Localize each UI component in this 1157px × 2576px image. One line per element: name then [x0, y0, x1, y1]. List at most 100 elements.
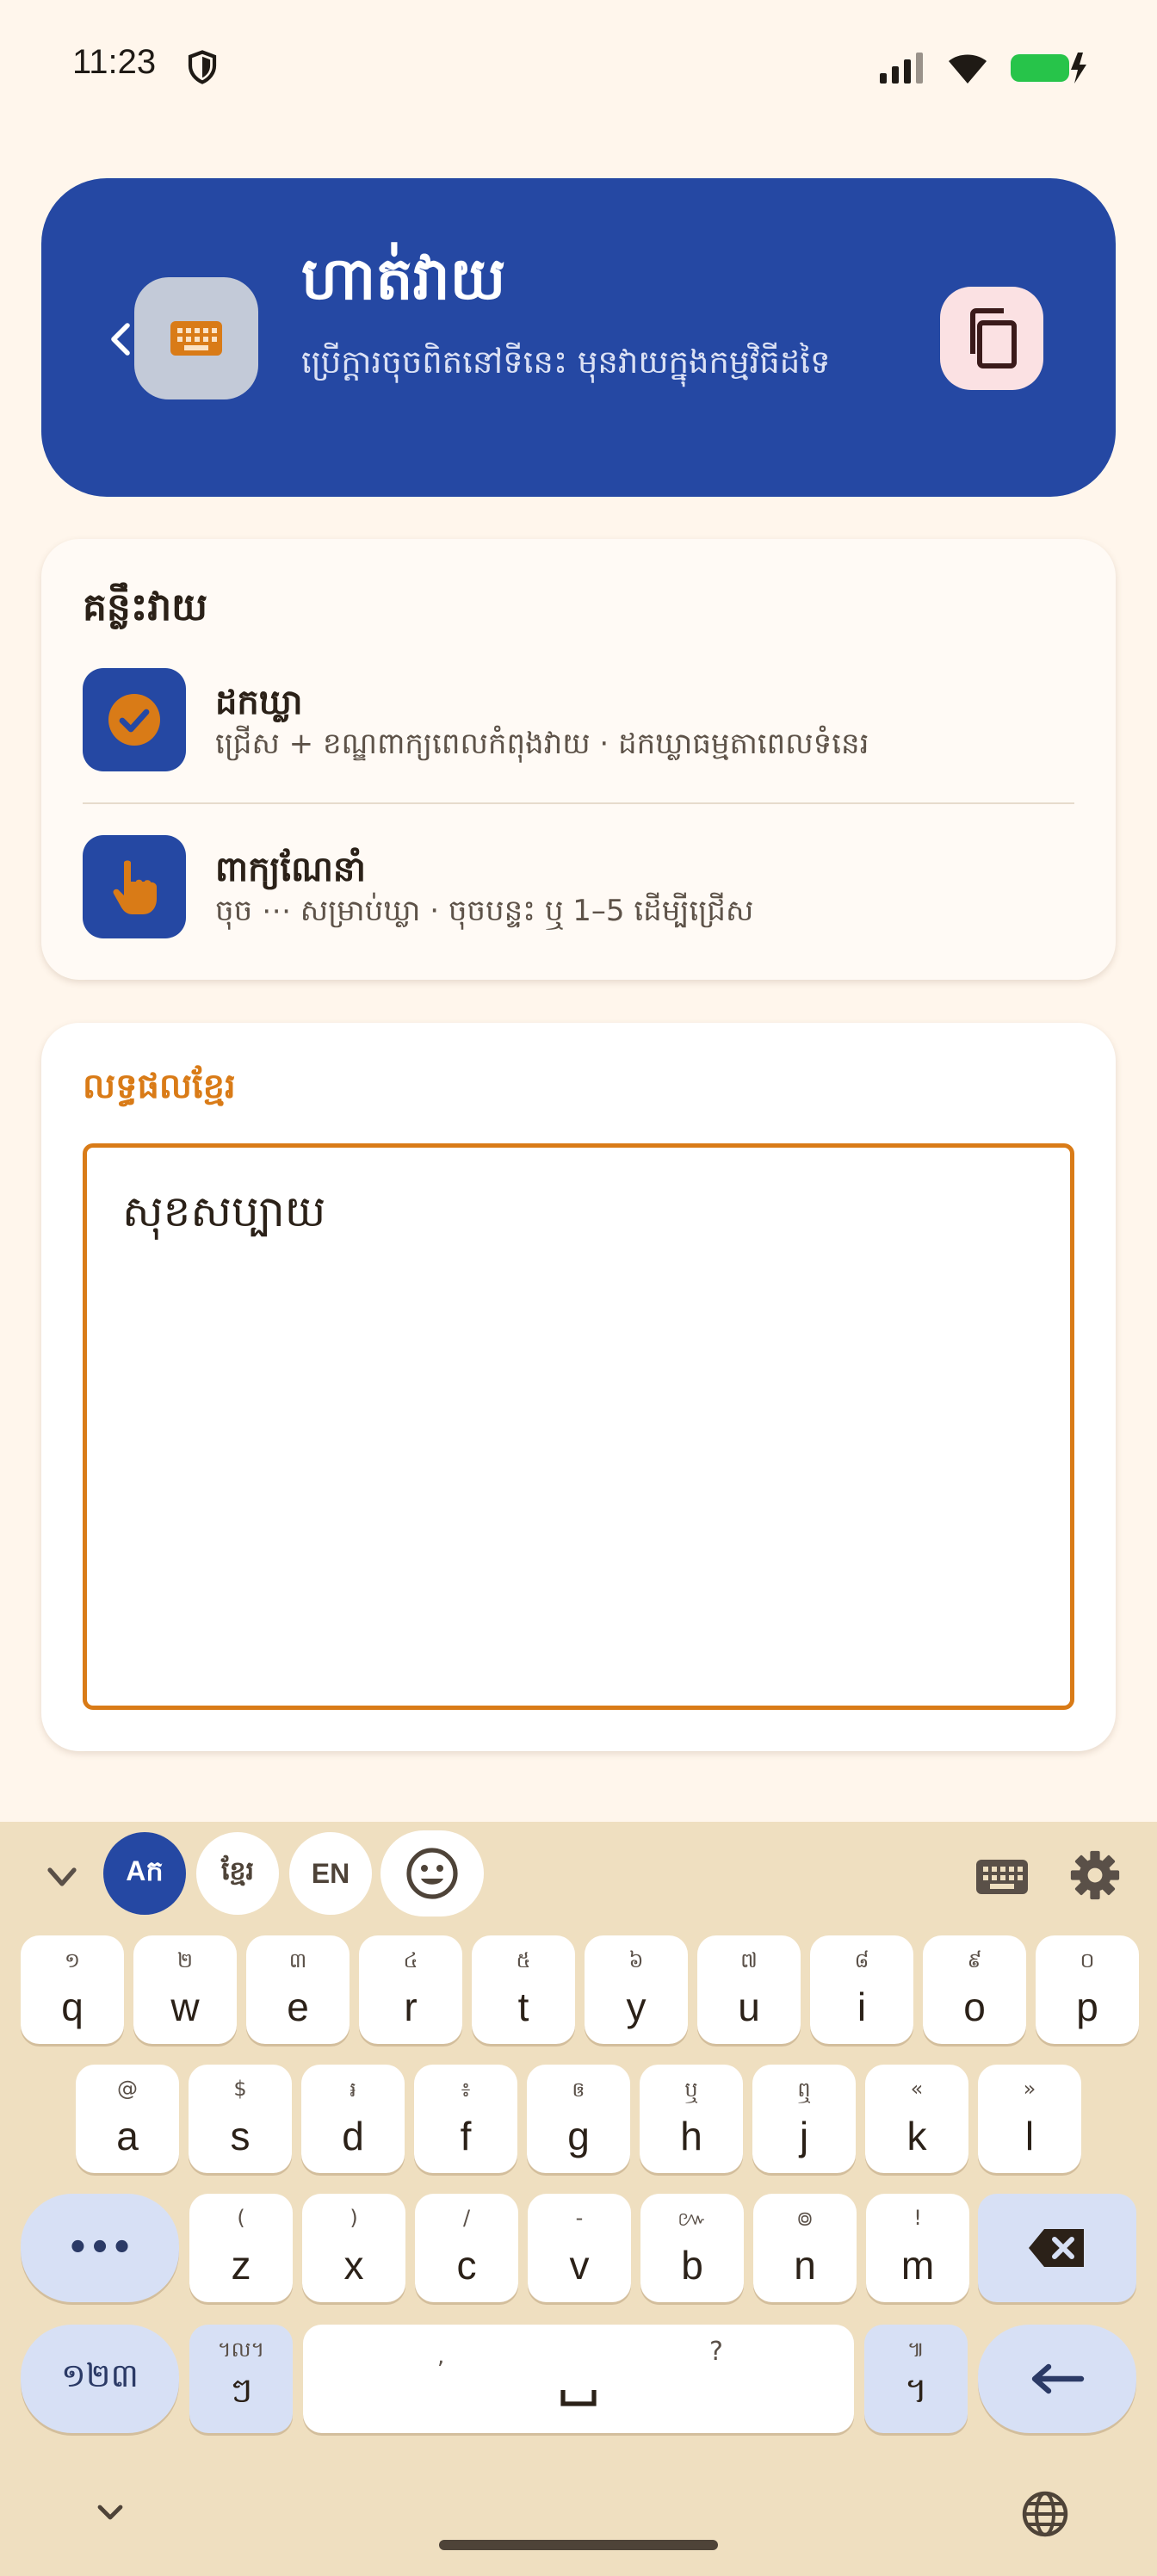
- key-w[interactable]: ២w: [133, 1935, 237, 2044]
- key-v[interactable]: -v: [528, 2194, 631, 2302]
- backspace-key[interactable]: [978, 2194, 1136, 2302]
- battery-charging-icon: [1011, 53, 1086, 84]
- key-e[interactable]: ៣e: [246, 1935, 350, 2044]
- key-label: o: [963, 1985, 986, 2029]
- cell-signal-icon: [880, 53, 923, 84]
- key-z[interactable]: (z: [189, 2194, 293, 2302]
- key-label: h: [680, 2114, 702, 2158]
- emoji-button[interactable]: [381, 1830, 484, 1917]
- home-indicator: [439, 2540, 718, 2550]
- key-label: c: [456, 2243, 477, 2288]
- key-label: p: [1076, 1985, 1098, 2029]
- key-hint: ៕: [907, 2338, 925, 2362]
- key-p[interactable]: ០p: [1036, 1935, 1139, 2044]
- key-label: m: [900, 2243, 935, 2288]
- tip-desc-space: ជ្រើស + ខណ្ឌពាក្យពេលកំពុងវាយ · ដកឃ្លាធម្…: [215, 727, 869, 761]
- key-hint: (: [237, 2206, 245, 2230]
- enter-key[interactable]: [978, 2325, 1136, 2433]
- key-label: g: [567, 2114, 590, 2158]
- shield-icon: [188, 50, 217, 84]
- key-label: b: [681, 2243, 703, 2288]
- more-key[interactable]: •••: [21, 2194, 179, 2302]
- status-time: 11:23: [72, 43, 157, 81]
- key-hint: ឬ: [684, 2078, 698, 2102]
- key-r[interactable]: ៤r: [359, 1935, 462, 2044]
- copy-button[interactable]: [940, 287, 1043, 390]
- tip-title-space: ដកឃ្លា: [215, 683, 303, 722]
- status-icons: [878, 50, 1088, 86]
- key-o[interactable]: ៩o: [923, 1935, 1026, 2044]
- key-j[interactable]: ឮj: [752, 2065, 856, 2173]
- key-q[interactable]: ១q: [21, 1935, 124, 2044]
- touch-icon: [113, 860, 157, 914]
- key-label: n: [794, 2243, 816, 2288]
- key-hint: ឮ: [797, 2078, 811, 2102]
- key-label: ៗ: [229, 2371, 253, 2411]
- mode-button-mixed[interactable]: Aក: [103, 1832, 186, 1915]
- keyboard-tile: [134, 277, 258, 399]
- key-t[interactable]: ៥t: [472, 1935, 575, 2044]
- keyboard-icon[interactable]: [974, 1849, 1030, 1901]
- space-bar-icon: [560, 2390, 597, 2406]
- tip-icon-tile: [83, 835, 186, 938]
- key-c[interactable]: / c: [415, 2194, 518, 2302]
- key-b[interactable]: ៚ b: [640, 2194, 744, 2302]
- key-label: s: [230, 2114, 251, 2158]
- key-label: a: [116, 2114, 139, 2158]
- key-i[interactable]: ៨i: [810, 1935, 913, 2044]
- key-h[interactable]: ឬh: [640, 2065, 743, 2173]
- key-hint: -: [575, 2206, 584, 2230]
- key-hint: ៩: [967, 1948, 982, 1972]
- chevron-down-icon[interactable]: [93, 2495, 127, 2530]
- key-s[interactable]: $ s: [189, 2065, 292, 2173]
- result-text: សុខសប្បាយ: [122, 1186, 326, 1236]
- key-hint: $: [233, 2077, 247, 2101]
- mode-button-khmer[interactable]: ខ្មែរ: [196, 1832, 279, 1915]
- space-key[interactable]: , ?: [303, 2325, 854, 2433]
- key-label: k: [906, 2114, 927, 2158]
- key-g[interactable]: ឲg: [527, 2065, 630, 2173]
- gear-icon[interactable]: [1067, 1849, 1123, 1901]
- key-label: f: [460, 2114, 472, 2158]
- key-hint: «: [910, 2077, 924, 2101]
- key-d[interactable]: ៛ d: [301, 2065, 405, 2173]
- key-hint: !: [913, 2206, 922, 2230]
- chevron-left-icon[interactable]: [105, 320, 136, 358]
- key-a[interactable]: @ a: [76, 2065, 179, 2173]
- key-label: e: [287, 1985, 309, 2029]
- mode-button-english[interactable]: EN: [289, 1832, 372, 1915]
- chevron-down-icon[interactable]: [43, 1858, 81, 1896]
- numbers-key[interactable]: ១២៣: [21, 2325, 179, 2433]
- key-y[interactable]: ៦y: [585, 1935, 688, 2044]
- khmer-repeat-key[interactable]: ។ល។ ៗ: [189, 2325, 293, 2433]
- key-label: ។: [904, 2371, 928, 2411]
- divider: [83, 802, 1074, 804]
- enter-icon: [1031, 2363, 1085, 2394]
- khan-key[interactable]: ៕ ។: [864, 2325, 968, 2433]
- key-u[interactable]: ៧u: [697, 1935, 801, 2044]
- key-hint: ៨: [854, 1948, 869, 1972]
- key-hint: ៙: [796, 2207, 814, 2231]
- key-label: l: [1024, 2114, 1035, 2158]
- key-hint: ៧: [740, 1948, 758, 1972]
- key-f[interactable]: ៖ f: [414, 2065, 517, 2173]
- key-hint: /: [462, 2206, 471, 2230]
- wifi-icon: [949, 54, 987, 84]
- key-label: j: [799, 2114, 809, 2158]
- key-k[interactable]: «k: [865, 2065, 968, 2173]
- key-hint: @: [117, 2077, 138, 2101]
- globe-icon[interactable]: [1021, 2490, 1069, 2538]
- key-m[interactable]: ! m: [866, 2194, 969, 2302]
- key-l[interactable]: » l: [978, 2065, 1081, 2173]
- key-label: w: [170, 1985, 200, 2029]
- result-label: លទ្ធផលខ្មែរ: [83, 1067, 236, 1106]
- key-hint: ០: [1080, 1948, 1095, 1972]
- key-x[interactable]: ) x: [302, 2194, 405, 2302]
- space-hint-right: ?: [709, 2337, 723, 2367]
- tip-title-suggestions: ពាក្យណែនាំ: [215, 850, 366, 889]
- key-label: y: [626, 1985, 647, 2029]
- tip-desc-suggestions: ចុច ⋯ សម្រាប់ឃ្លា · ចុចបន្ទះ ឬ 1–5 ដើម្ប…: [215, 894, 754, 928]
- space-hint-left: ,: [437, 2344, 445, 2369]
- key-n[interactable]: ៙ n: [753, 2194, 857, 2302]
- emoji-icon: [406, 1848, 458, 1899]
